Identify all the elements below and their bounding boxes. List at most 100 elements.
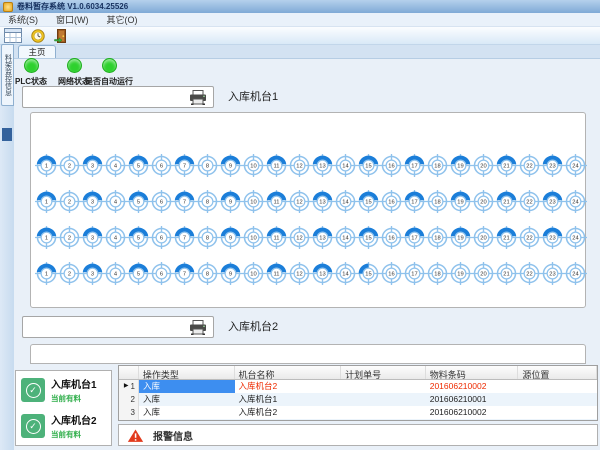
- column-header[interactable]: 计划单号: [341, 366, 426, 379]
- machine1-slot-panel: 1234567891011121314151617181920212223241…: [30, 112, 586, 308]
- warning-panel: 报警信息: [118, 424, 598, 446]
- svg-text:13: 13: [319, 164, 325, 170]
- svg-text:9: 9: [229, 236, 232, 242]
- clock-icon[interactable]: [31, 29, 45, 43]
- slot-empty-indicator: 6: [150, 154, 173, 177]
- station-name: 入库机台2: [51, 412, 97, 427]
- slot-empty-indicator: 12: [288, 226, 311, 249]
- check-icon: ✓: [21, 414, 45, 438]
- slot-filled-indicator: 21: [495, 154, 518, 177]
- svg-text:2: 2: [68, 164, 71, 170]
- svg-text:15: 15: [365, 236, 371, 242]
- column-header[interactable]: 源位置: [518, 366, 597, 379]
- table-cell[interactable]: 入库机台2: [235, 380, 342, 393]
- slot-filled-indicator: 9: [219, 154, 242, 177]
- status-led-icon: [24, 58, 39, 73]
- slot-empty-indicator: 22: [518, 190, 541, 213]
- table-cell[interactable]: 入库: [139, 393, 235, 406]
- table-cell[interactable]: [341, 380, 426, 393]
- table-cell[interactable]: 入库: [139, 406, 235, 419]
- column-header[interactable]: 操作类型: [139, 366, 235, 379]
- slot-empty-indicator: 22: [518, 154, 541, 177]
- slot-empty-indicator: 12: [288, 154, 311, 177]
- slot-empty-indicator: 24: [564, 262, 587, 285]
- slot-filled-indicator: 9: [219, 226, 242, 249]
- table-cell[interactable]: [139, 419, 235, 421]
- table-header-row: 操作类型机台名称计划单号物料条码源位置: [119, 366, 597, 380]
- svg-text:14: 14: [342, 236, 349, 242]
- svg-text:19: 19: [457, 272, 463, 278]
- table-cell[interactable]: [518, 419, 597, 421]
- side-panel-vertical-tab[interactable]: 料架监控信息: [1, 44, 14, 106]
- slot-filled-indicator: 19: [449, 226, 472, 249]
- table-cell[interactable]: [341, 406, 426, 419]
- slot-filled-indicator: 3: [81, 262, 104, 285]
- table-cell[interactable]: [518, 380, 597, 393]
- slot-filled-indicator: 11: [265, 262, 288, 285]
- table-cell[interactable]: 入库机台2: [235, 406, 342, 419]
- svg-text:1: 1: [45, 272, 48, 278]
- svg-text:17: 17: [411, 200, 417, 206]
- tab-strip: 主页: [0, 45, 600, 59]
- slot-filled-indicator: 3: [81, 190, 104, 213]
- check-icon: ✓: [21, 378, 45, 402]
- station-card[interactable]: ✓入库机台1当前有料: [18, 373, 109, 407]
- slot-empty-indicator: 22: [518, 226, 541, 249]
- tab-home[interactable]: 主页: [18, 45, 56, 58]
- slot-filled-indicator: 17: [403, 154, 426, 177]
- table-cell[interactable]: [518, 393, 597, 406]
- table-cell[interactable]: [235, 419, 342, 421]
- row-header: 3: [119, 406, 139, 419]
- printer-icon: [188, 90, 208, 110]
- slot-empty-indicator: 8: [196, 190, 219, 213]
- table-cell[interactable]: 201606210001: [426, 393, 519, 406]
- station-card[interactable]: ✓入库机台2当前有料: [18, 409, 109, 443]
- slot-filled-indicator: 15: [357, 226, 380, 249]
- table-row[interactable]: ▶1入库入库机台2201606210002: [119, 380, 597, 393]
- table-row[interactable]: 2入库入库机台1201606210001: [119, 393, 597, 406]
- table-cell[interactable]: [518, 406, 597, 419]
- column-header[interactable]: 物料条码: [426, 366, 519, 379]
- svg-text:3: 3: [91, 236, 94, 242]
- svg-text:1: 1: [45, 200, 48, 206]
- machine2-print-button[interactable]: [22, 316, 214, 338]
- slot-empty-indicator: 4: [104, 154, 127, 177]
- status-led-icon: [67, 58, 82, 73]
- svg-text:21: 21: [503, 272, 509, 278]
- menu-item[interactable]: 其它(O): [107, 13, 138, 26]
- station-name: 入库机台1: [51, 376, 97, 391]
- menu-item[interactable]: 系统(S): [8, 13, 38, 26]
- machine1-print-button[interactable]: [22, 86, 214, 108]
- table-cell[interactable]: 入库: [139, 380, 235, 393]
- slot-filled-indicator: 1: [35, 226, 58, 249]
- table-cell[interactable]: 201606210002: [426, 406, 519, 419]
- table-cell[interactable]: 入库机台1: [235, 393, 342, 406]
- table-row[interactable]: 3入库入库机台2 201606210002: [119, 406, 597, 419]
- slot-empty-indicator: 6: [150, 226, 173, 249]
- slot-empty-indicator: 10: [242, 190, 265, 213]
- exit-door-icon[interactable]: [54, 29, 68, 43]
- table-cell[interactable]: [426, 419, 519, 421]
- svg-text:9: 9: [229, 164, 232, 170]
- column-header[interactable]: 机台名称: [235, 366, 342, 379]
- table-cell[interactable]: [341, 419, 426, 421]
- svg-text:17: 17: [411, 164, 417, 170]
- schedule-grid-icon[interactable]: [4, 28, 22, 43]
- table-cell[interactable]: [341, 393, 426, 406]
- slot-partial-indicator: 15: [357, 262, 380, 285]
- slot-empty-indicator: 23: [541, 262, 564, 285]
- slot-empty-indicator: 4: [104, 262, 127, 285]
- printer-icon: [188, 320, 208, 340]
- slot-empty-indicator: 20: [472, 154, 495, 177]
- menu-item[interactable]: 窗口(W): [56, 13, 89, 26]
- svg-text:12: 12: [296, 236, 302, 242]
- slot-empty-indicator: 19: [449, 262, 472, 285]
- slot-filled-indicator: 23: [541, 190, 564, 213]
- slot-filled-indicator: 5: [127, 154, 150, 177]
- table-cell[interactable]: 201606210002: [426, 380, 519, 393]
- slot-empty-indicator: 18: [426, 190, 449, 213]
- slot-empty-indicator: 4: [104, 190, 127, 213]
- slot-empty-indicator: 8: [196, 154, 219, 177]
- table-row[interactable]: 4: [119, 419, 597, 421]
- svg-text:2: 2: [68, 272, 71, 278]
